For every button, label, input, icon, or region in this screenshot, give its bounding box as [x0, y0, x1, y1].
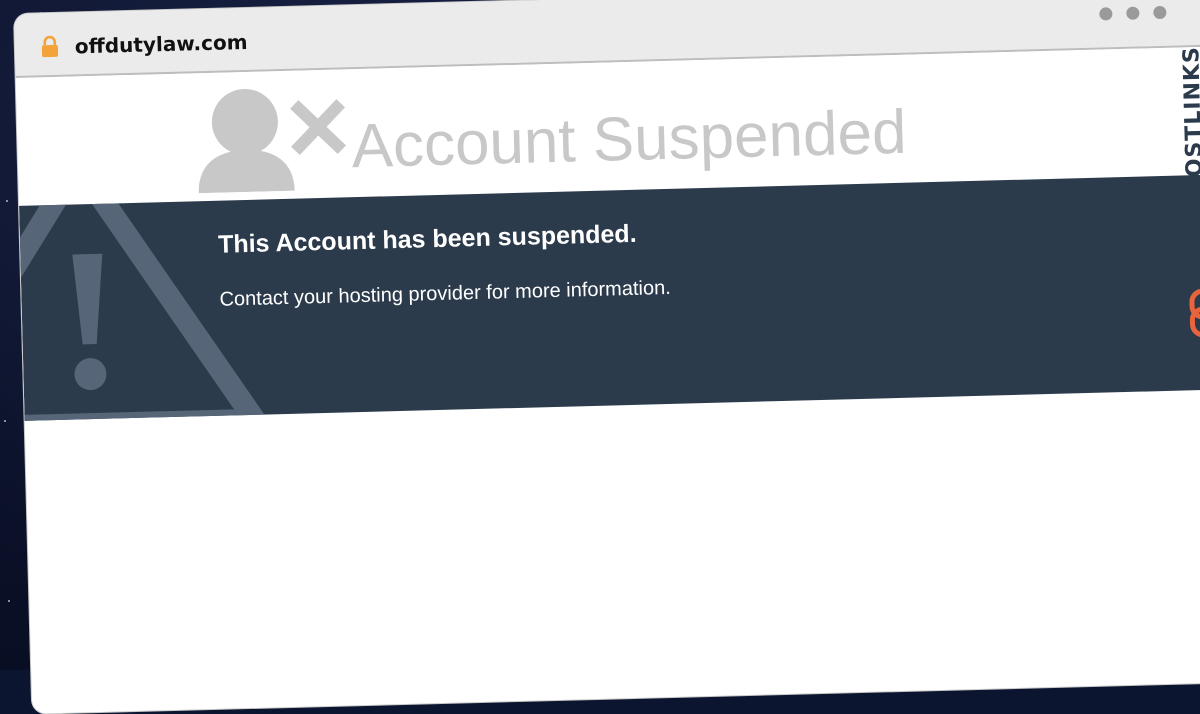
address-bar-url[interactable]: offdutylaw.com	[75, 30, 248, 59]
chain-link-icon	[1189, 288, 1200, 338]
window-control-dot[interactable]	[1153, 5, 1167, 20]
browser-window: offdutylaw.com Account Suspended This Ac…	[14, 0, 1200, 714]
page-title: Account Suspended	[350, 97, 908, 182]
window-control-dot[interactable]	[1099, 7, 1113, 21]
window-controls	[1090, 4, 1167, 25]
lock-icon	[41, 35, 59, 58]
user-x-icon	[198, 88, 347, 194]
banner-title: This Account has been suspended.	[217, 219, 637, 259]
suspension-banner: This Account has been suspended. Contact…	[19, 174, 1200, 421]
banner-message: Contact your hosting provider for more i…	[219, 276, 672, 311]
window-control-dot[interactable]	[1126, 6, 1140, 20]
